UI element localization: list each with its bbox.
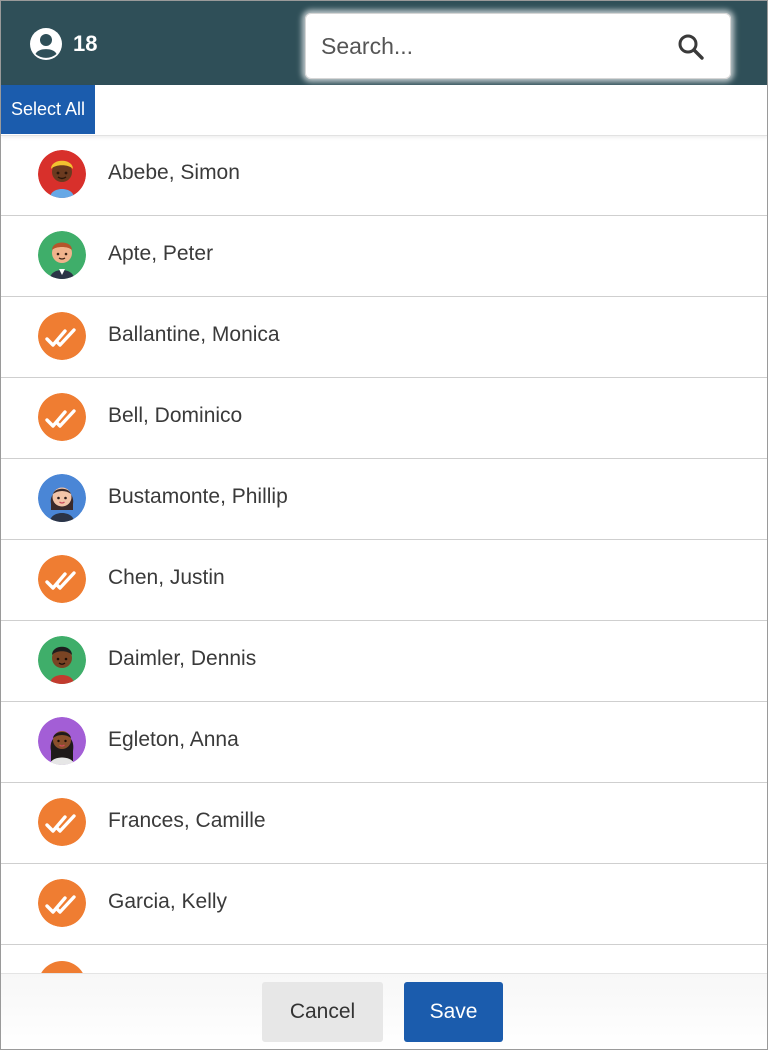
double-check-icon (38, 555, 86, 603)
avatar-person-green (38, 231, 86, 279)
double-check-icon (38, 393, 86, 441)
user-circle-icon (29, 27, 63, 61)
double-check-icon (38, 961, 86, 973)
cancel-button[interactable]: Cancel (262, 982, 383, 1042)
list-item-name: Apte, Peter (108, 242, 214, 265)
list-item-name: Bell, Dominico (108, 404, 243, 427)
list-item-name: Bustamonte, Phillip (108, 485, 288, 508)
list-item[interactable]: Chen, Justin (1, 540, 767, 621)
search-input[interactable] (319, 25, 663, 67)
user-count-value: 18 (73, 31, 98, 56)
avatar-person-green (38, 636, 86, 684)
list-item[interactable]: Egleton, Anna (1, 702, 767, 783)
list-item-name: Ballantine, Monica (108, 323, 280, 346)
user-count: 18 (29, 27, 97, 61)
list-item[interactable]: Frances, Camille (1, 783, 767, 864)
user-picker-panel: 18 Select All (0, 0, 768, 1050)
double-check-icon (38, 879, 86, 927)
header-bar: 18 (1, 1, 767, 85)
list-item-name: Abebe, Simon (108, 161, 240, 184)
double-check-icon (38, 798, 86, 846)
list-item[interactable]: Abebe, Simon (1, 135, 767, 216)
avatar-person-purple (38, 717, 86, 765)
user-list: Abebe, Simon Apte, Peter Ballantine, Mon… (1, 135, 767, 973)
list-item-name: Egleton, Anna (108, 728, 239, 751)
select-all-button[interactable]: Select All (1, 85, 95, 134)
list-item-name: Garcia, Kelly (108, 890, 228, 913)
list-item-name: Daimler, Dennis (108, 647, 257, 670)
toolbar: Select All (1, 85, 767, 136)
list-item-name: Frances, Camille (108, 809, 266, 832)
save-button[interactable]: Save (404, 982, 503, 1042)
list-item[interactable]: Garcia, Kelly (1, 864, 767, 945)
list-item[interactable]: Bustamonte, Phillip (1, 459, 767, 540)
double-check-icon (38, 312, 86, 360)
list-item[interactable]: Ballantine, Monica (1, 297, 767, 378)
footer-bar: Cancel Save (1, 973, 767, 1049)
avatar-person-red (38, 150, 86, 198)
list-item[interactable]: Daimler, Dennis (1, 621, 767, 702)
list-item-name: Chen, Justin (108, 566, 225, 589)
search-box[interactable] (305, 13, 731, 79)
list-item[interactable]: Bell, Dominico (1, 378, 767, 459)
list-item-partial (1, 945, 767, 973)
search-icon[interactable] (677, 33, 705, 66)
avatar-person-blue (38, 474, 86, 522)
list-item[interactable]: Apte, Peter (1, 216, 767, 297)
